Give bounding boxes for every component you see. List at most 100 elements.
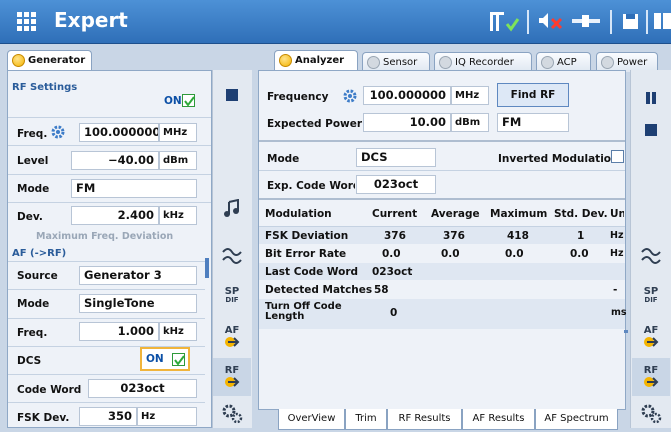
header-unit: Unit bbox=[610, 208, 624, 220]
tab-af-results[interactable]: AF Results bbox=[462, 409, 535, 430]
app-title: Expert bbox=[54, 8, 128, 32]
level-unit[interactable]: dBm bbox=[159, 151, 197, 170]
exp-code-word-field[interactable]: 023oct bbox=[356, 175, 436, 194]
demod-dropdown[interactable]: FM bbox=[497, 113, 569, 132]
expected-power-unit[interactable]: dBm bbox=[451, 113, 489, 132]
freq-field[interactable]: 100.000000 bbox=[79, 123, 159, 142]
af-button[interactable]: AF bbox=[213, 318, 251, 356]
stop-button[interactable] bbox=[213, 76, 251, 114]
source-dropdown[interactable]: Generator 3 bbox=[79, 266, 197, 285]
row-current: 58 bbox=[374, 284, 389, 296]
tab-iq-recorder[interactable]: IQ Recorder bbox=[434, 52, 532, 72]
sp-dif-button[interactable]: SP DIF bbox=[213, 277, 251, 315]
divider bbox=[8, 289, 205, 290]
scrollbar-thumb[interactable] bbox=[205, 258, 209, 278]
mode-label: Mode bbox=[267, 153, 300, 165]
mode-label: Mode bbox=[17, 183, 50, 195]
pause-icon bbox=[646, 92, 656, 104]
tab-label: Sensor bbox=[383, 57, 418, 68]
tab-overview[interactable]: OverView bbox=[278, 409, 345, 430]
tab-power[interactable]: Power bbox=[596, 52, 658, 72]
source-label: Source bbox=[17, 270, 58, 282]
tab-label: Generator bbox=[28, 55, 86, 66]
tab-acp[interactable]: ACP bbox=[536, 52, 591, 72]
inverted-modulation-checkbox[interactable] bbox=[611, 150, 624, 163]
settings-button[interactable] bbox=[632, 394, 670, 432]
code-word-field[interactable]: 023oct bbox=[88, 379, 197, 398]
fsk-dev-unit[interactable]: Hz bbox=[137, 407, 197, 426]
af-mode-dropdown[interactable]: SingleTone bbox=[79, 294, 197, 313]
divider bbox=[8, 402, 205, 403]
af-freq-field[interactable]: 1.000 bbox=[79, 322, 159, 341]
mute-icon[interactable] bbox=[536, 8, 568, 34]
tab-rf-results[interactable]: RF Results bbox=[387, 409, 462, 430]
table-row: Bit Error Rate 0.0 0.0 0.0 0.0 Hz bbox=[259, 245, 625, 262]
table-row: Last Code Word 023oct bbox=[259, 263, 625, 280]
header-maximum: Maximum bbox=[490, 208, 548, 220]
rf-label: RF bbox=[224, 365, 240, 376]
dcs-on-label: ON bbox=[146, 353, 164, 365]
dcs-checkbox[interactable] bbox=[172, 353, 185, 366]
save-icon[interactable] bbox=[618, 8, 642, 34]
tab-label: IQ Recorder bbox=[455, 57, 514, 68]
dev-unit[interactable]: kHz bbox=[159, 206, 197, 225]
divider bbox=[259, 170, 625, 171]
dcs-toggle[interactable]: ON bbox=[140, 347, 190, 371]
sensor-status-icon bbox=[367, 56, 380, 69]
divider bbox=[8, 374, 205, 375]
header-modulation: Modulation bbox=[265, 208, 332, 220]
af-label: AF bbox=[224, 325, 240, 336]
generator-status-icon bbox=[12, 54, 25, 67]
attenuator-icon[interactable] bbox=[570, 8, 602, 34]
rf-com-button[interactable]: RF bbox=[632, 358, 670, 396]
sp-dif-button[interactable]: SP DIF bbox=[632, 277, 670, 315]
level-label: Level bbox=[17, 155, 49, 167]
level-field[interactable]: −40.00 bbox=[71, 151, 159, 170]
layout-icon[interactable] bbox=[652, 8, 671, 34]
audio-button[interactable] bbox=[213, 190, 251, 228]
settings-button[interactable] bbox=[213, 394, 251, 432]
tab-analyzer[interactable]: Analyzer bbox=[274, 50, 358, 70]
row-name: Bit Error Rate bbox=[265, 248, 347, 260]
wave-icon bbox=[222, 248, 242, 264]
sweep-button[interactable] bbox=[213, 237, 251, 275]
tab-label: Analyzer bbox=[295, 55, 345, 66]
tab-label: Power bbox=[617, 57, 648, 68]
app-grid-icon[interactable] bbox=[17, 12, 37, 31]
frequency-field[interactable]: 100.000000 bbox=[363, 86, 451, 105]
row-average: 0.0 bbox=[441, 248, 460, 260]
af-freq-unit[interactable]: kHz bbox=[159, 322, 197, 341]
freq-unit[interactable]: MHz bbox=[159, 123, 197, 142]
expected-power-field[interactable]: 10.00 bbox=[363, 113, 451, 132]
stop-button[interactable] bbox=[632, 111, 670, 149]
mode-dropdown[interactable]: DCS bbox=[356, 148, 436, 167]
gear-icon[interactable] bbox=[50, 124, 66, 143]
rf-com-button[interactable]: RF bbox=[213, 358, 251, 396]
row-unit: Hz bbox=[610, 230, 624, 241]
fsk-dev-field[interactable]: 350 bbox=[79, 407, 137, 426]
tab-generator[interactable]: Generator bbox=[7, 50, 92, 70]
find-rf-button[interactable]: Find RF bbox=[497, 83, 569, 107]
tab-trim[interactable]: Trim bbox=[345, 409, 387, 430]
frequency-unit[interactable]: MHz bbox=[451, 86, 489, 105]
af-button[interactable]: AF bbox=[632, 318, 670, 356]
tab-sensor[interactable]: Sensor bbox=[362, 52, 430, 72]
arrow-right-icon bbox=[225, 337, 240, 347]
rf-on-checkbox[interactable] bbox=[182, 94, 195, 107]
divider bbox=[8, 261, 205, 262]
header-average: Average bbox=[431, 208, 480, 220]
sp-label: SP bbox=[224, 286, 240, 297]
music-note-icon bbox=[224, 199, 239, 217]
row-maximum: 0.0 bbox=[505, 248, 524, 260]
trigger-icon[interactable] bbox=[485, 8, 521, 34]
rf-settings-title: RF Settings bbox=[12, 82, 78, 93]
scroll-indicator[interactable] bbox=[624, 330, 628, 333]
tab-af-spectrum[interactable]: AF Spectrum bbox=[535, 409, 618, 430]
mode-dropdown[interactable]: FM bbox=[71, 179, 197, 198]
gears-icon bbox=[641, 404, 662, 424]
divider bbox=[527, 10, 529, 34]
gear-icon[interactable] bbox=[342, 88, 358, 107]
dev-field[interactable]: 2.400 bbox=[71, 206, 159, 225]
sweep-button[interactable] bbox=[632, 237, 670, 275]
expected-power-label: Expected Power bbox=[267, 118, 363, 130]
